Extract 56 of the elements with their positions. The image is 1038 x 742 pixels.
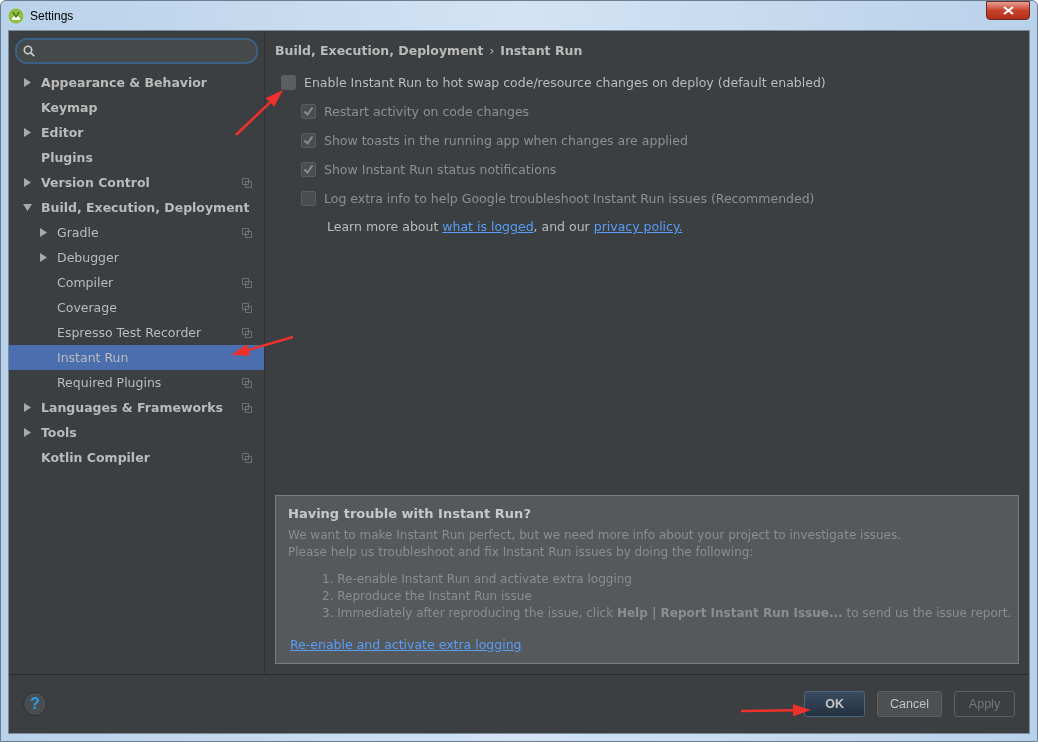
collapsed-arrow-icon[interactable] [39, 228, 48, 237]
window-title: Settings [30, 8, 75, 23]
copy-icon [242, 402, 252, 413]
copy-icon [242, 177, 252, 188]
checkbox[interactable] [281, 75, 296, 90]
tree-item[interactable]: Languages & Frameworks [9, 395, 264, 420]
tree-item[interactable]: Tools [9, 420, 264, 445]
breadcrumb-item: Build, Execution, Deployment [275, 43, 484, 58]
tree-item[interactable]: Appearance & Behavior [9, 70, 264, 95]
tree-item[interactable]: Build, Execution, Deployment [9, 195, 264, 220]
copy-icon [242, 302, 252, 313]
tree-item[interactable]: Kotlin Compiler [9, 445, 264, 470]
breadcrumb-item: Instant Run [500, 43, 583, 58]
checkbox-label: Enable Instant Run to hot swap code/resource changes on deploy (default enabled) [304, 75, 826, 90]
collapsed-arrow-icon[interactable] [23, 128, 32, 137]
annotation-arrow [231, 335, 294, 356]
tree-item[interactable]: Keymap [9, 95, 264, 120]
collapsed-arrow-icon[interactable] [39, 253, 48, 262]
tree-item[interactable]: Version Control [9, 170, 264, 195]
collapsed-arrow-icon[interactable] [23, 428, 32, 437]
checkbox-label: Restart activity on code changes [324, 104, 530, 119]
link[interactable]: privacy policy. [593, 219, 683, 234]
link[interactable]: what is logged [442, 219, 534, 234]
search-icon [23, 45, 35, 57]
tree-item[interactable]: Coverage [9, 295, 264, 320]
copy-icon [242, 377, 252, 388]
tree-item[interactable]: Required Plugins [9, 370, 264, 395]
breadcrumb-separator: › [489, 43, 495, 58]
copy-icon [242, 277, 252, 288]
collapsed-arrow-icon[interactable] [23, 78, 32, 87]
close-button[interactable] [986, 1, 1030, 20]
annotation-arrow [741, 704, 811, 717]
collapsed-arrow-icon[interactable] [23, 178, 32, 187]
collapsed-arrow-icon[interactable] [23, 403, 32, 412]
help-title: Having trouble with Instant Run? [288, 506, 532, 521]
dialog-button[interactable]: Cancel [877, 691, 942, 717]
annotation-arrow [235, 90, 283, 136]
copy-icon [242, 452, 252, 463]
tree-item[interactable]: Debugger [9, 245, 264, 270]
expanded-arrow-icon[interactable] [23, 203, 32, 212]
tree-item[interactable]: Gradle [9, 220, 264, 245]
tree-item[interactable]: Espresso Test Recorder [9, 320, 264, 345]
learn-more-text: Learn more about what is logged, and our privacy policy. [327, 219, 684, 234]
checkbox-label: Show Instant Run status notifications [324, 162, 557, 177]
tree-item[interactable]: Plugins [9, 145, 264, 170]
tree-item[interactable]: Compiler [9, 270, 264, 295]
copy-icon [242, 327, 252, 338]
search-field[interactable] [15, 38, 258, 64]
copy-icon [242, 227, 252, 238]
android-logo-icon [8, 7, 24, 24]
checkbox-label: Show toasts in the running app when changes are applied [324, 133, 688, 148]
close-icon [1002, 6, 1014, 15]
help-button[interactable]: ? [23, 692, 47, 716]
dialog-button[interactable]: OK [804, 691, 866, 717]
checkbox-label: Log extra info to help Google troubleshoot Instant Run issues (Recommended) [324, 191, 815, 206]
tree-item[interactable]: Editor [9, 120, 264, 145]
